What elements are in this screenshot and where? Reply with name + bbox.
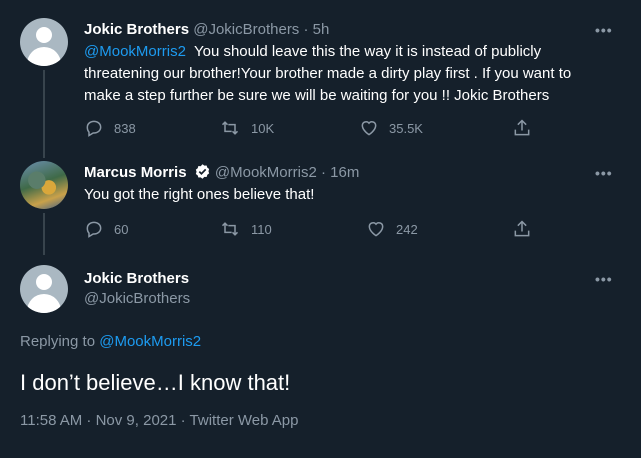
reply-count: 60: [114, 221, 129, 237]
author-name[interactable]: Jokic Brothers: [84, 269, 189, 289]
retweet-count: 10K: [251, 120, 275, 136]
tweet1-header: Jokic Brothers @JokicBrothers · 5h: [84, 20, 329, 40]
retweet-button[interactable]: 10K: [219, 118, 274, 138]
reply-icon: [86, 120, 102, 137]
author-handle[interactable]: @JokicBrothers: [84, 289, 190, 309]
heart-icon: [361, 121, 377, 136]
reply-button[interactable]: 838: [84, 118, 136, 138]
main-tweet-text: I don’t believe…I know that!: [20, 370, 291, 395]
author-name[interactable]: Jokic Brothers: [84, 21, 189, 38]
share-icon: [514, 119, 530, 136]
replying-to-label: Replying to: [20, 333, 100, 350]
tweet1-text-line1: @MookMorris2 You should leave this the w…: [84, 42, 541, 62]
timestamp[interactable]: · 5h: [303, 21, 329, 38]
share-icon: [514, 220, 530, 237]
like-count: 35.5K: [389, 120, 423, 136]
author-name[interactable]: Marcus Morris: [84, 164, 187, 181]
reply-count: 838: [114, 120, 136, 136]
author-handle[interactable]: @JokicBrothers: [193, 21, 299, 38]
like-button[interactable]: 35.5K: [359, 118, 423, 138]
timestamp[interactable]: · 16m: [321, 164, 359, 181]
mention-link[interactable]: @MookMorris2: [99, 333, 201, 350]
more-options-icon[interactable]: •••: [595, 165, 613, 181]
twitter-thread: Jokic Brothers @JokicBrothers · 5h ••• @…: [0, 0, 641, 458]
share-button[interactable]: [512, 118, 532, 138]
more-options-icon[interactable]: •••: [595, 271, 613, 287]
retweet-count: 110: [251, 221, 272, 237]
avatar-marcus-morris[interactable]: [20, 161, 68, 209]
tweet-text: You should leave this the way it is inst…: [185, 43, 542, 60]
share-button[interactable]: [512, 219, 532, 239]
verified-badge-icon: [195, 164, 209, 179]
retweet-icon: [221, 121, 239, 135]
avatar-jokic-brothers[interactable]: [20, 265, 68, 313]
default-avatar-body: [27, 47, 61, 66]
thread-connector-line: [43, 70, 45, 158]
default-avatar-head: [36, 274, 52, 290]
tweet2-text: You got the right ones believe that!: [84, 186, 315, 203]
reply-icon: [86, 221, 102, 238]
like-count: 242: [396, 221, 418, 237]
tweet2-header: Marcus Morris @MookMorris2 · 16m: [84, 163, 359, 183]
more-options-icon[interactable]: •••: [595, 22, 613, 38]
mention-link[interactable]: @MookMorris2: [84, 43, 186, 60]
like-button[interactable]: 242: [366, 219, 418, 239]
default-avatar-body: [27, 294, 61, 313]
reply-button[interactable]: 60: [84, 219, 128, 239]
default-avatar-head: [36, 27, 52, 43]
tweet1-text-line3: make a step further be sure we will be w…: [84, 87, 550, 104]
heart-icon: [368, 222, 384, 237]
tweet1-text-line2: threatening our brother!Your brother mad…: [84, 65, 572, 82]
author-handle[interactable]: @MookMorris2: [215, 164, 317, 181]
retweet-icon: [221, 222, 239, 236]
tweet-meta[interactable]: 11:58 AM · Nov 9, 2021 · Twitter Web App: [20, 411, 298, 431]
retweet-button[interactable]: 110: [219, 219, 272, 239]
thread-connector-line: [43, 213, 45, 255]
replying-to: Replying to @MookMorris2: [20, 332, 201, 352]
avatar-jokic-brothers[interactable]: [20, 18, 68, 66]
